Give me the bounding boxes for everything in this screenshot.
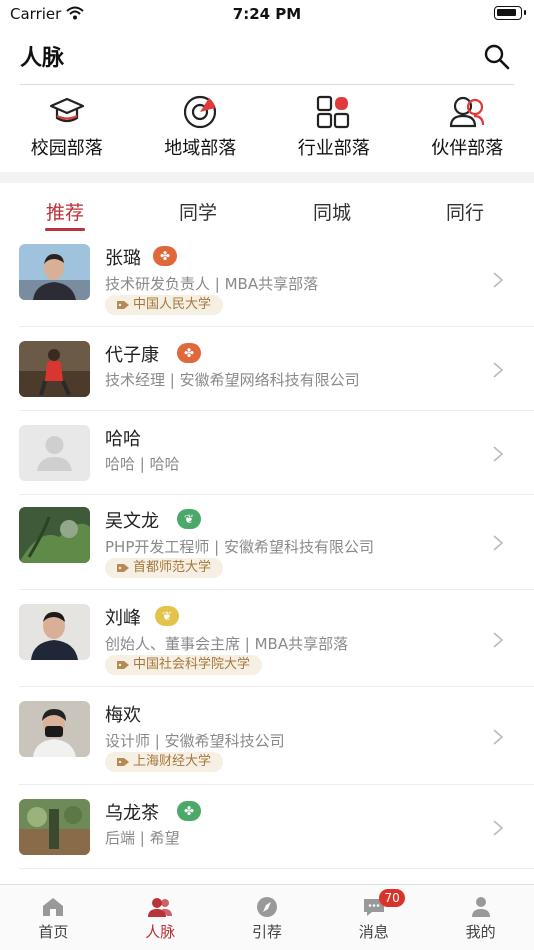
person-name: 张璐 bbox=[105, 248, 141, 269]
tabbar-messages[interactable]: 70 消息 bbox=[320, 885, 427, 950]
tabbar-contacts[interactable]: 人脉 bbox=[107, 885, 214, 950]
chevron-right-icon bbox=[493, 632, 504, 648]
person-name: 代子康 bbox=[105, 345, 159, 366]
tabbar-home-label: 首页 bbox=[38, 923, 69, 941]
tribe-partners[interactable]: 伙伴部落 bbox=[401, 90, 534, 168]
person-name: 吴文龙 bbox=[105, 511, 159, 532]
clover-badge-icon: ✤ bbox=[177, 801, 201, 821]
chevron-right-icon bbox=[493, 446, 504, 462]
search-icon[interactable] bbox=[482, 42, 512, 72]
tag-icon bbox=[117, 758, 129, 766]
home-icon bbox=[43, 898, 64, 916]
tribe-industry-label: 行业部落 bbox=[297, 138, 370, 159]
tabbar-messages-label: 消息 bbox=[358, 923, 389, 941]
avatar bbox=[19, 604, 90, 660]
person-subtitle: 创始人、董事会主席 | MBA共享部落 bbox=[105, 635, 349, 653]
chevron-right-icon bbox=[493, 362, 504, 378]
clover-badge-icon: ✤ bbox=[153, 246, 177, 266]
compass-icon bbox=[256, 897, 277, 917]
chevron-right-icon bbox=[493, 729, 504, 745]
tabbar-contacts-label: 人脉 bbox=[145, 923, 176, 941]
clover-badge-icon: ✤ bbox=[177, 343, 201, 363]
avatar bbox=[19, 799, 90, 855]
school-tag: 中国人民大学 bbox=[105, 295, 224, 315]
unread-badge: 70 bbox=[379, 889, 406, 907]
person-row[interactable]: 哈哈 哈哈 | 哈哈 bbox=[0, 411, 534, 495]
clock: 7:24 PM bbox=[232, 5, 302, 23]
person-subtitle: PHP开发工程师 | 安徽希望科技有限公司 bbox=[105, 538, 374, 556]
chevron-right-icon bbox=[493, 820, 504, 836]
person-name: 梅欢 bbox=[105, 705, 141, 726]
tribe-campus-label: 校园部落 bbox=[30, 138, 103, 159]
tab-same-industry[interactable]: 同行 bbox=[430, 198, 500, 225]
tag-icon bbox=[117, 661, 129, 669]
tabbar-home[interactable]: 首页 bbox=[0, 885, 107, 950]
graduation-cap-icon bbox=[49, 97, 84, 123]
tribe-shortcuts: 校园部落 地域部落 行业部落 伙伴部落 bbox=[0, 90, 534, 168]
person-subtitle: 哈哈 | 哈哈 bbox=[105, 455, 180, 473]
person-name: 哈哈 bbox=[105, 429, 141, 450]
avatar bbox=[19, 244, 90, 300]
status-bar: Carrier 7:24 PM bbox=[0, 0, 534, 30]
tribe-region[interactable]: 地域部落 bbox=[134, 90, 268, 168]
grid-icon bbox=[316, 95, 349, 129]
tabbar-referral-label: 引荐 bbox=[251, 923, 282, 941]
person-row[interactable]: 吴文龙 ❦ PHP开发工程师 | 安徽希望科技有限公司 首都师范大学 bbox=[0, 495, 534, 590]
tribe-campus[interactable]: 校园部落 bbox=[0, 90, 134, 168]
school-tag: 中国社会科学院大学 bbox=[105, 655, 263, 675]
row-divider bbox=[19, 868, 534, 869]
person-row[interactable]: 梅欢 设计师 | 安徽希望科技公司 上海财经大学 bbox=[0, 687, 534, 785]
person-subtitle: 技术经理 | 安徽希望网络科技有限公司 bbox=[105, 371, 360, 389]
person-subtitle: 后端 | 希望 bbox=[105, 829, 180, 847]
battery-icon bbox=[494, 6, 526, 20]
contacts-icon bbox=[148, 898, 173, 917]
tab-same-city[interactable]: 同城 bbox=[297, 198, 367, 225]
tabbar-referral[interactable]: 引荐 bbox=[214, 885, 321, 950]
section-separator bbox=[0, 172, 534, 183]
avatar bbox=[19, 425, 90, 481]
header-divider bbox=[20, 84, 514, 85]
chevron-right-icon bbox=[493, 272, 504, 288]
school-name: 中国人民大学 bbox=[133, 297, 212, 312]
tab-classmates[interactable]: 同学 bbox=[163, 198, 233, 225]
target-icon bbox=[184, 95, 217, 129]
person-subtitle: 设计师 | 安徽希望科技公司 bbox=[105, 732, 285, 750]
school-tag: 首都师范大学 bbox=[105, 558, 224, 578]
tribe-partners-label: 伙伴部落 bbox=[431, 138, 504, 159]
person-name: 乌龙茶 bbox=[105, 803, 159, 824]
tab-recommend[interactable]: 推荐 bbox=[30, 198, 100, 225]
person-row[interactable]: 乌龙茶 ✤ 后端 | 希望 bbox=[0, 785, 534, 869]
profile-icon bbox=[471, 897, 490, 917]
avatar bbox=[19, 341, 90, 397]
school-tag: 上海财经大学 bbox=[105, 752, 224, 772]
leaf-badge-icon: ❦ bbox=[177, 509, 201, 529]
page-title: 人脉 bbox=[20, 46, 65, 71]
person-name: 刘峰 bbox=[105, 608, 141, 629]
header: 人脉 bbox=[0, 30, 534, 86]
person-row[interactable]: 代子康 ✤ 技术经理 | 安徽希望网络科技有限公司 bbox=[0, 327, 534, 411]
school-name: 中国社会科学院大学 bbox=[133, 657, 251, 672]
active-tab-indicator bbox=[45, 228, 85, 231]
avatar bbox=[19, 701, 90, 757]
leaf-badge-icon: ❦ bbox=[155, 606, 179, 626]
avatar bbox=[19, 507, 90, 563]
filter-tabs: 推荐 同学 同城 同行 bbox=[0, 190, 534, 234]
bottom-tab-bar: 首页 人脉 引荐 70 消息 我的 bbox=[0, 884, 534, 950]
tabbar-profile-label: 我的 bbox=[465, 923, 496, 941]
tribe-region-label: 地域部落 bbox=[164, 138, 237, 159]
person-subtitle: 技术研发负责人 | MBA共享部落 bbox=[105, 275, 319, 293]
tag-icon bbox=[117, 564, 129, 572]
partners-icon bbox=[450, 96, 485, 128]
school-name: 首都师范大学 bbox=[133, 560, 212, 575]
school-name: 上海财经大学 bbox=[133, 754, 212, 769]
tag-icon bbox=[117, 301, 129, 309]
chevron-right-icon bbox=[493, 535, 504, 551]
tabbar-profile[interactable]: 我的 bbox=[427, 885, 534, 950]
tribe-industry[interactable]: 行业部落 bbox=[267, 90, 401, 168]
person-row[interactable]: 刘峰 ❦ 创始人、董事会主席 | MBA共享部落 中国社会科学院大学 bbox=[0, 590, 534, 687]
person-row[interactable]: 张璐 ✤ 技术研发负责人 | MBA共享部落 中国人民大学 bbox=[0, 235, 534, 327]
